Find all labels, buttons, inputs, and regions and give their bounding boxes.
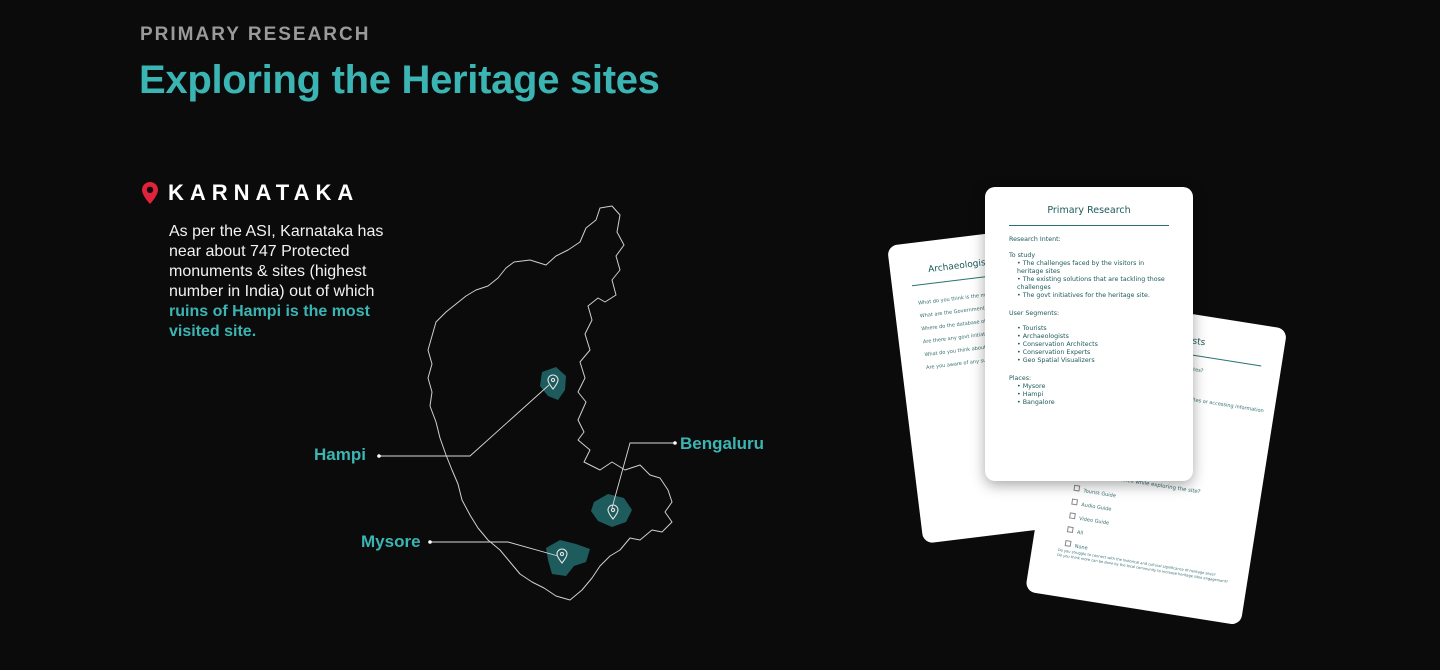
- mysore-region: [546, 540, 590, 576]
- option: Video Guide: [1078, 515, 1110, 527]
- list-item: Tourists: [1017, 325, 1169, 333]
- state-outline: [427, 205, 673, 601]
- places-label: Places:: [1009, 375, 1032, 382]
- list-item: Mysore: [1017, 383, 1169, 391]
- study-label: To study: [1009, 252, 1036, 259]
- option: Tourist Guide: [1082, 488, 1117, 500]
- city-label-mysore: Mysore: [361, 532, 421, 551]
- primary-research-card: Primary Research Research Intent: To stu…: [985, 187, 1193, 481]
- list-item: Archaeologists: [1017, 333, 1169, 341]
- list-item: Conservation Experts: [1017, 349, 1169, 357]
- question: ites?: [1191, 366, 1204, 375]
- list-item: Bangalore: [1017, 399, 1169, 407]
- hampi-region: [540, 367, 566, 400]
- list-item: Geo Spatial Visualizers: [1017, 357, 1169, 365]
- list-item: The govt initiatives for the heritage si…: [1017, 292, 1169, 300]
- question: Do you think more can be done by the loc…: [1056, 552, 1229, 584]
- card-title: Primary Research: [1047, 205, 1131, 216]
- option: Audio Guide: [1080, 502, 1112, 513]
- option: All: [1076, 529, 1084, 537]
- segments-label: User Segments:: [1009, 310, 1060, 317]
- hampi-leader-line: [379, 384, 550, 457]
- city-label-hampi: Hampi: [314, 445, 366, 464]
- list-item: The challenges faced by the visitors in …: [1017, 260, 1169, 276]
- mysore-leader-line: [430, 541, 559, 557]
- list-item: Hampi: [1017, 391, 1169, 399]
- list-item: Conservation Architects: [1017, 341, 1169, 349]
- city-label-bengaluru: Bengaluru: [680, 434, 765, 453]
- list-item: The existing solutions that are tackling…: [1017, 276, 1169, 292]
- research-intent-label: Research Intent:: [1009, 236, 1061, 243]
